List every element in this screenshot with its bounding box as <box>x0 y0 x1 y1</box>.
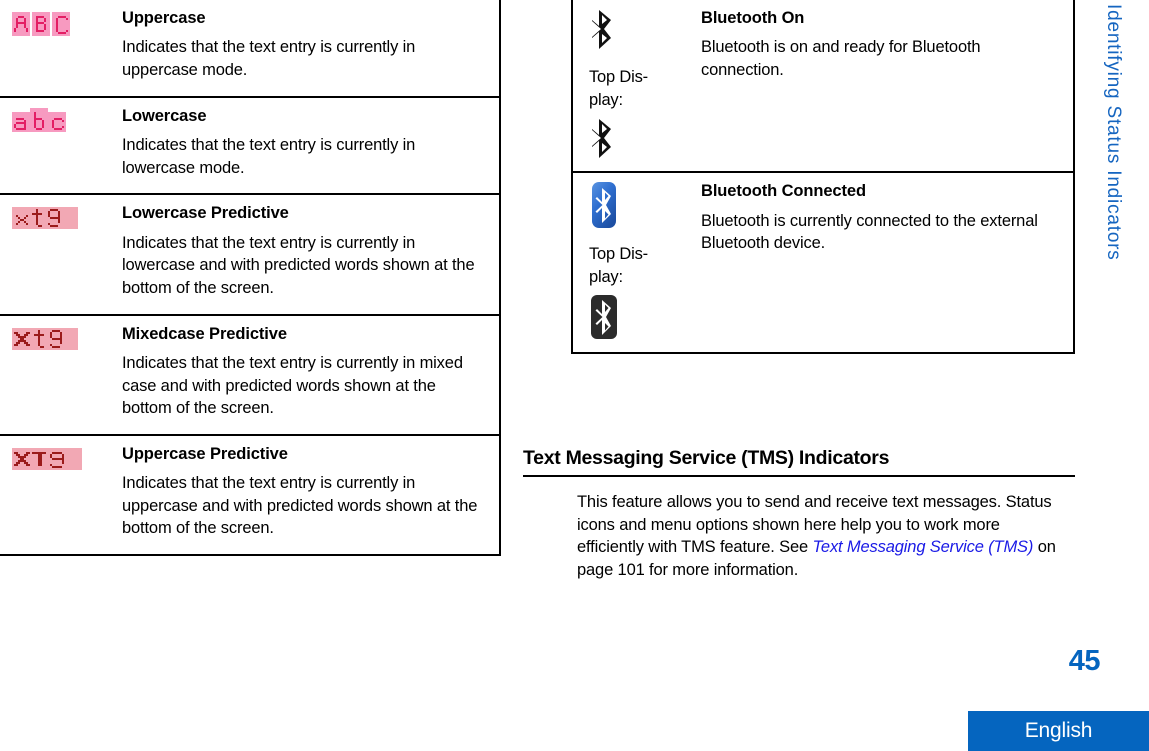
top-display-label: Top Dis-play: <box>589 68 648 109</box>
xt9-uppercase-predictive-icon <box>12 447 82 470</box>
section-heading: Text Messaging Service (TMS) Indicators <box>523 447 1075 477</box>
row-title: Bluetooth Connected <box>701 182 866 201</box>
icon-cell <box>0 95 122 196</box>
row-title: Lowercase Predictive <box>122 204 289 223</box>
xt9-lowercase-predictive-icon <box>12 207 78 230</box>
language-label: English <box>1024 719 1093 742</box>
icon-cell <box>0 313 122 436</box>
abc-lowercase-pixel-icon <box>12 107 66 132</box>
text-cell: Mixedcase Predictive Indicates that the … <box>122 313 500 436</box>
bluetooth-on-icon <box>592 10 611 49</box>
row-title: Uppercase <box>122 9 206 27</box>
tms-section: Text Messaging Service (TMS) Indicators … <box>523 447 1075 581</box>
row-title: Bluetooth On <box>701 9 805 27</box>
icon-cell: Top Dis-play: <box>572 0 701 174</box>
section-body: This feature allows you to send and rece… <box>577 491 1069 581</box>
bluetooth-indicators-table: Top Dis-play: Bluetooth On Bluetooth is … <box>571 0 1075 355</box>
table-row: Top Dis-play: Bluetooth On Bluetooth is … <box>572 0 1074 174</box>
page-number: 45 <box>1068 645 1101 677</box>
row-title: Mixedcase Predictive <box>122 324 287 343</box>
row-description: Bluetooth is currently connected to the … <box>701 211 1038 253</box>
icon-cell: Top Dis-play: <box>572 171 701 354</box>
top-display-label: Top Dis-play: <box>589 245 648 286</box>
text-cell: Bluetooth On Bluetooth is on and ready f… <box>701 0 1074 174</box>
row-title: Uppercase Predictive <box>122 444 288 463</box>
row-description: Indicates that the text entry is current… <box>122 38 416 80</box>
row-description: Indicates that the text entry is current… <box>122 233 475 297</box>
icon-cell <box>0 0 122 98</box>
table-row: Mixedcase Predictive Indicates that the … <box>0 313 500 436</box>
text-cell: Uppercase Indicates that the text entry … <box>122 0 500 98</box>
text-cell: Bluetooth Connected Bluetooth is current… <box>701 171 1074 354</box>
side-tab-label: Identifying Status Indicators <box>1103 4 1124 261</box>
text-cell: Lowercase Indicates that the text entry … <box>122 95 500 196</box>
xt9-mixedcase-predictive-icon <box>12 327 78 350</box>
bluetooth-connected-icon <box>592 182 616 229</box>
table-row: Top Dis-play: Bluetooth Connected Blueto… <box>572 171 1074 354</box>
row-description: Indicates that the text entry is current… <box>122 136 416 177</box>
icon-cell <box>0 433 122 556</box>
text-entry-indicators-table: Uppercase Indicates that the text entry … <box>0 0 501 557</box>
text-cell: Uppercase Predictive Indicates that the … <box>122 433 500 556</box>
side-tab: Identifying Status Indicators <box>1090 0 1130 330</box>
row-description: Bluetooth is on and ready for Bluetooth … <box>701 38 981 80</box>
bluetooth-connected-top-display-icon <box>591 295 617 340</box>
row-description: Indicates that the text entry is current… <box>122 474 478 538</box>
row-description: Indicates that the text entry is current… <box>122 354 463 418</box>
icon-cell <box>0 193 122 316</box>
abc-uppercase-pixel-icon <box>12 12 70 36</box>
language-badge: English <box>968 711 1149 751</box>
bluetooth-on-top-display-icon <box>592 119 611 159</box>
table-row: Uppercase Predictive Indicates that the … <box>0 433 500 556</box>
row-title: Lowercase <box>122 106 207 125</box>
table-row: Lowercase Predictive Indicates that the … <box>0 193 500 316</box>
text-cell: Lowercase Predictive Indicates that the … <box>122 193 500 316</box>
table-row: Uppercase Indicates that the text entry … <box>0 0 500 98</box>
cross-reference-link[interactable]: Text Messaging Service (TMS) <box>813 538 1034 556</box>
table-row: Lowercase Indicates that the text entry … <box>0 95 500 196</box>
